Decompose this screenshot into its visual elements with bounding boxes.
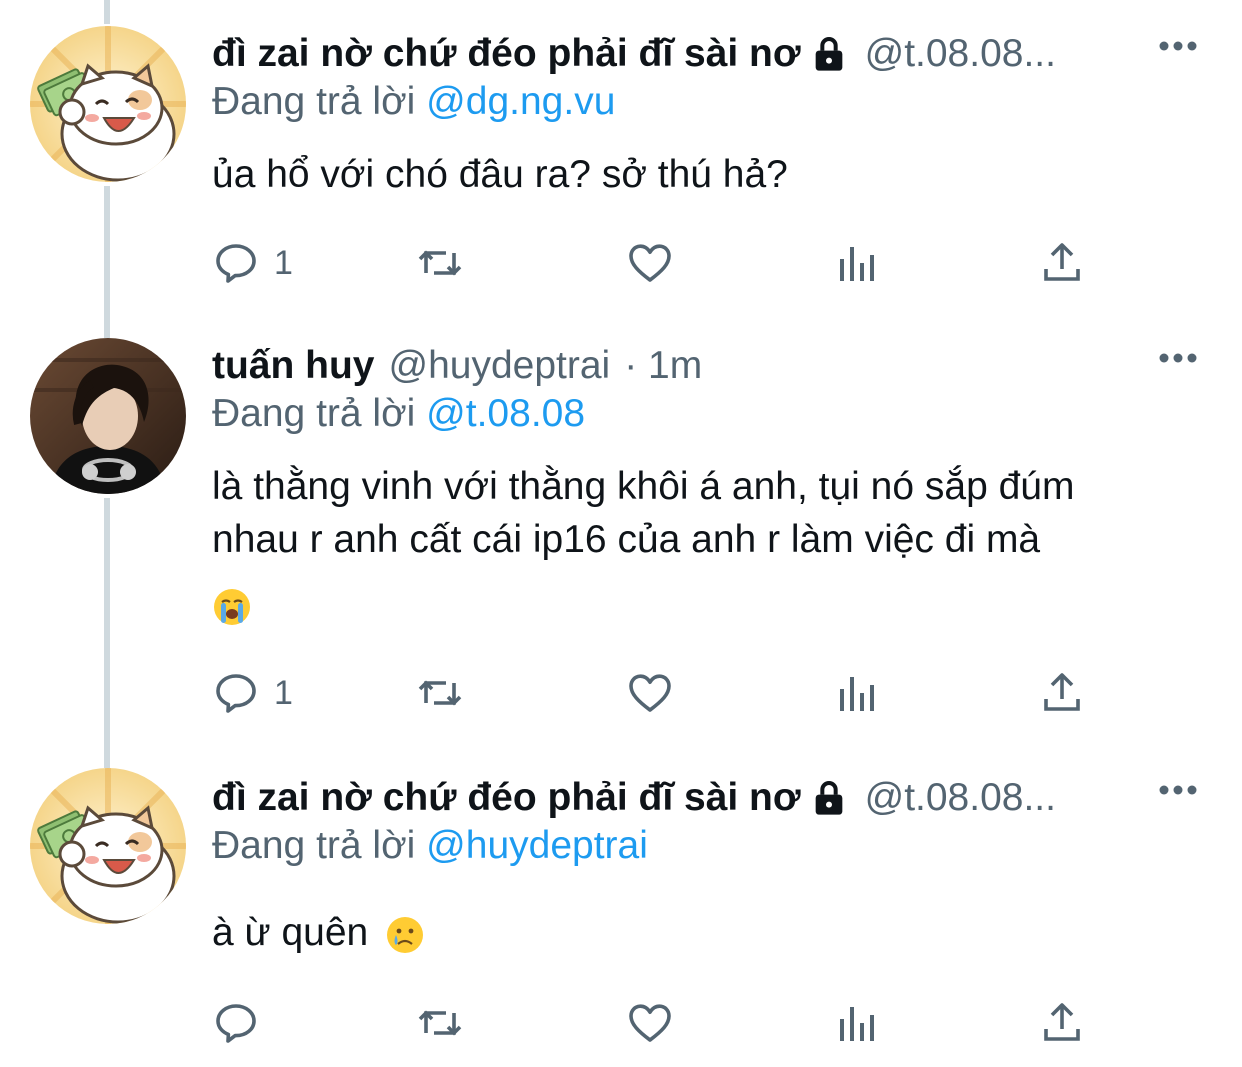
tweet[interactable]: đì zai nờ chứ đéo phải đĩ sài nơ @t.08.0…: [0, 0, 1242, 320]
like-button[interactable]: [626, 668, 674, 718]
more-options-icon[interactable]: [1158, 348, 1198, 368]
tweet-text: ủa hổ với chó đâu ra? sở thú hả?: [212, 148, 1212, 201]
lock-icon: [815, 37, 842, 71]
reply-button[interactable]: [212, 998, 274, 1048]
cartoon-cat-avatar-image: [30, 26, 186, 182]
avatar[interactable]: [30, 338, 186, 494]
reply-context: Đang trả lời @t.08.08: [212, 392, 585, 436]
like-button[interactable]: [626, 998, 674, 1048]
share-button[interactable]: [1038, 238, 1086, 288]
share-button[interactable]: [1038, 998, 1086, 1048]
views-button[interactable]: [832, 238, 880, 288]
reply-prefix: Đang trả lời: [212, 392, 416, 435]
display-name[interactable]: tuấn huy: [212, 344, 375, 388]
reply-count: 1: [274, 243, 293, 282]
analytics-icon: [840, 1007, 874, 1041]
retweet-button[interactable]: [416, 668, 464, 718]
retweet-button[interactable]: [416, 238, 464, 288]
tweet-text-line: à ừ quên: [212, 911, 369, 954]
retweet-button[interactable]: [416, 998, 464, 1048]
lock-icon: [815, 781, 842, 815]
avatar[interactable]: [30, 768, 186, 924]
reply-mention-link[interactable]: @dg.ng.vu: [426, 80, 615, 123]
tweet-text: à ừ quên: [212, 906, 1212, 959]
display-name[interactable]: đì zai nờ chứ đéo phải đĩ sài nơ: [212, 776, 801, 820]
reply-button[interactable]: 1: [212, 668, 293, 718]
tweet-text: là thằng vinh với thằng khôi á anh, tụi …: [212, 460, 1212, 631]
display-name[interactable]: đì zai nờ chứ đéo phải đĩ sài nơ: [212, 32, 801, 76]
share-icon: [1044, 673, 1080, 711]
reply-button[interactable]: 1: [212, 238, 293, 288]
analytics-icon: [840, 677, 874, 711]
reply-prefix: Đang trả lời: [212, 80, 416, 123]
like-button[interactable]: [626, 238, 674, 288]
loudly-crying-face-emoji: [214, 588, 250, 625]
user-handle[interactable]: @huydeptrai: [389, 344, 611, 388]
tweet-actions: 1: [212, 668, 1112, 718]
retweet-icon: [418, 1010, 462, 1036]
more-options-icon[interactable]: [1158, 36, 1198, 56]
retweet-icon: [418, 680, 462, 706]
heart-icon: [629, 674, 671, 712]
reply-icon: [216, 244, 256, 283]
crying-face-emoji: [387, 916, 424, 953]
tweet-actions: 1: [212, 238, 1112, 288]
reply-icon: [216, 674, 256, 713]
reply-mention-link[interactable]: @huydeptrai: [426, 824, 648, 867]
retweet-icon: [418, 250, 462, 276]
user-handle[interactable]: @t.08.08...: [865, 32, 1056, 76]
tweet-text-line: là thằng vinh với thằng khôi á anh, tụi …: [212, 465, 1075, 508]
tweet[interactable]: đì zai nờ chứ đéo phải đĩ sài nơ @t.08.0…: [0, 750, 1242, 1067]
cartoon-cat-avatar-image: [30, 768, 186, 924]
reply-icon: [216, 1004, 256, 1043]
more-options-icon[interactable]: [1158, 780, 1198, 800]
share-icon: [1044, 243, 1080, 281]
reply-context: Đang trả lời @dg.ng.vu: [212, 80, 615, 124]
tweet-text-line: ủa hổ với chó đâu ra? sở thú hả?: [212, 153, 788, 196]
views-button[interactable]: [832, 998, 880, 1048]
views-button[interactable]: [832, 668, 880, 718]
heart-icon: [629, 1004, 671, 1042]
share-icon: [1044, 1003, 1080, 1041]
share-button[interactable]: [1038, 668, 1086, 718]
heart-icon: [629, 244, 671, 282]
reply-context: Đang trả lời @huydeptrai: [212, 824, 648, 868]
user-handle[interactable]: @t.08.08...: [865, 776, 1056, 820]
tweet-actions: [212, 998, 1112, 1048]
reply-mention-link[interactable]: @t.08.08: [426, 392, 585, 435]
tweet-timestamp[interactable]: · 1m: [624, 344, 702, 388]
reply-prefix: Đang trả lời: [212, 824, 416, 867]
person-photo-avatar-image: [30, 338, 186, 494]
reply-count: 1: [274, 673, 293, 712]
analytics-icon: [840, 247, 874, 281]
tweet-text-line: nhau r anh cất cái ip16 của anh r làm vi…: [212, 518, 1041, 561]
tweet[interactable]: tuấn huy @huydeptrai · 1m Đang trả lời @…: [0, 320, 1242, 750]
avatar[interactable]: [30, 26, 186, 182]
